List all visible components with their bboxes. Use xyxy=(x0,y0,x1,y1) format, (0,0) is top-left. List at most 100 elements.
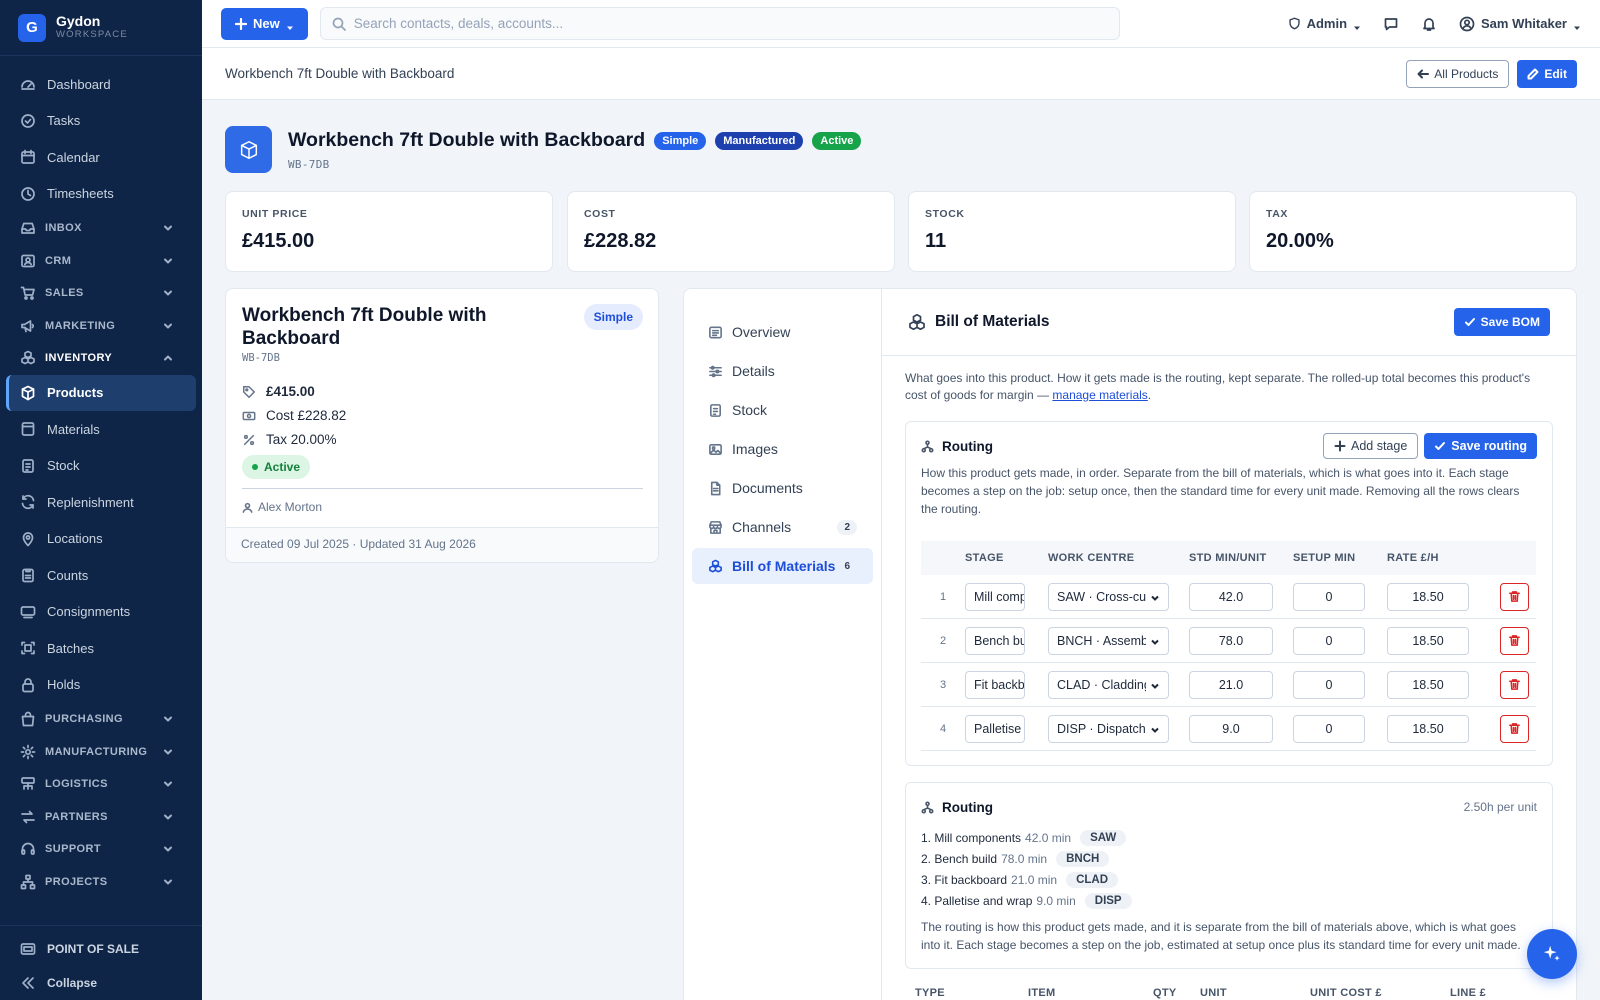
store-icon xyxy=(708,520,723,535)
sidebar-group-logistics[interactable]: LOGISTICS xyxy=(6,768,196,801)
bell-icon[interactable] xyxy=(1421,16,1437,32)
detail-tabs: Overview Details Stock Images Documents … xyxy=(684,289,882,1000)
brand[interactable]: G Gydon WORKSPACE xyxy=(0,0,202,56)
sidebar-item-locations[interactable]: Locations xyxy=(6,521,196,558)
tab-stock[interactable]: Stock xyxy=(692,392,873,428)
sidebar-item-point-of-sale[interactable]: POINT OF SALE xyxy=(6,932,196,966)
chat-icon[interactable] xyxy=(1383,16,1399,32)
sidebar-group-partners[interactable]: PARTNERS xyxy=(6,801,196,834)
sidebar-group-crm[interactable]: CRM xyxy=(6,245,196,278)
work-centre-select[interactable]: DISP · Dispatch xyxy=(1048,714,1169,743)
clipboard-icon xyxy=(20,567,36,583)
routing-step: 4. Palletise and wrap 9.0 min DISP xyxy=(921,890,1537,911)
edit-button[interactable]: Edit xyxy=(1517,59,1577,88)
all-products-button[interactable]: All Products xyxy=(1406,59,1510,88)
check-icon xyxy=(1464,316,1476,328)
sidebar-group-purchasing[interactable]: PURCHASING xyxy=(6,703,196,736)
add-stage-button[interactable]: Add stage xyxy=(1322,433,1419,459)
col-work-centre: WORK CENTRE xyxy=(1048,552,1135,564)
user-menu[interactable]: Sam Whitaker xyxy=(1459,16,1581,32)
cube-icon xyxy=(238,139,260,161)
sidebar-item-label: Materials xyxy=(47,421,100,437)
sidebar-nav: Dashboard Tasks Calendar Timesheets INBO… xyxy=(0,56,202,898)
save-bom-button[interactable]: Save BOM xyxy=(1453,308,1550,336)
rate-input[interactable]: 18.50 xyxy=(1387,670,1469,699)
rate-input[interactable]: 18.50 xyxy=(1387,714,1469,743)
work-centre-value: CLAD · Cladding xyxy=(1057,677,1146,692)
delete-stage-button[interactable] xyxy=(1500,582,1529,611)
setup-min-input[interactable]: 0 xyxy=(1293,582,1365,611)
tab-details[interactable]: Details xyxy=(692,353,873,389)
work-centre-select[interactable]: SAW · Cross-cut xyxy=(1048,582,1169,611)
sidebar-item-timesheets[interactable]: Timesheets xyxy=(6,176,196,213)
new-button[interactable]: New xyxy=(221,7,308,40)
sidebar-item-dashboard[interactable]: Dashboard xyxy=(6,66,196,103)
stage-name-input[interactable]: Mill components xyxy=(965,582,1025,611)
setup-min-input[interactable]: 0 xyxy=(1293,626,1365,655)
check-icon xyxy=(1434,440,1446,452)
work-centre-select[interactable]: BNCH · Assembly xyxy=(1048,626,1169,655)
search-input[interactable]: Search contacts, deals, accounts... xyxy=(319,7,1120,40)
sidebar-group-marketing[interactable]: MARKETING xyxy=(6,310,196,343)
stage-name-input[interactable]: Palletise and wrap xyxy=(965,714,1025,743)
bag-icon xyxy=(20,711,36,727)
role-switcher[interactable]: Admin xyxy=(1288,16,1361,31)
tab-channels[interactable]: Channels 2 xyxy=(692,509,873,545)
setup-min-input[interactable]: 0 xyxy=(1293,670,1365,699)
summary-tax-value: Tax 20.00% xyxy=(266,432,337,447)
delete-stage-button[interactable] xyxy=(1500,626,1529,655)
tab-documents[interactable]: Documents xyxy=(692,470,873,506)
sidebar-item-products[interactable]: Products xyxy=(6,374,196,411)
topbar-right: Admin Sam Whitaker xyxy=(1288,16,1581,32)
sidebar-item-materials[interactable]: Materials xyxy=(6,411,196,448)
tab-bill-of-materials[interactable]: Bill of Materials 6 xyxy=(692,548,873,584)
summary-type-badge: Simple xyxy=(583,304,643,330)
double-chevron-left-icon xyxy=(20,975,36,991)
chevron-down-icon xyxy=(163,288,173,298)
tab-images[interactable]: Images xyxy=(692,431,873,467)
delete-stage-button[interactable] xyxy=(1500,670,1529,699)
tab-overview[interactable]: Overview xyxy=(692,314,873,350)
work-centre-select[interactable]: CLAD · Cladding xyxy=(1048,670,1169,699)
stage-name-input[interactable]: Bench build xyxy=(965,626,1025,655)
chevron-down-icon xyxy=(1150,636,1160,646)
rate-input[interactable]: 18.50 xyxy=(1387,626,1469,655)
sidebar-item-replenishment[interactable]: Replenishment xyxy=(6,484,196,521)
sidebar-item-calendar[interactable]: Calendar xyxy=(6,139,196,176)
sidebar-item-counts[interactable]: Counts xyxy=(6,557,196,594)
std-min-input[interactable]: 42.0 xyxy=(1189,582,1273,611)
delete-stage-button[interactable] xyxy=(1500,714,1529,743)
col-std-min: STD MIN/UNIT xyxy=(1189,552,1267,564)
sidebar-group-inbox[interactable]: INBOX xyxy=(6,212,196,245)
boxes-icon xyxy=(908,313,926,331)
sidebar-group-inventory[interactable]: INVENTORY xyxy=(6,342,196,375)
col-qty: QTY xyxy=(1153,987,1177,999)
sidebar-item-tasks[interactable]: Tasks xyxy=(6,103,196,140)
truck-icon xyxy=(20,604,36,620)
std-min-input[interactable]: 78.0 xyxy=(1189,626,1273,655)
sidebar-collapse-button[interactable]: Collapse xyxy=(6,966,196,1000)
brand-logo: G xyxy=(18,13,46,42)
std-min-input[interactable]: 21.0 xyxy=(1189,670,1273,699)
sidebar-group-manufacturing[interactable]: MANUFACTURING xyxy=(6,736,196,769)
stat-label: STOCK xyxy=(925,208,965,220)
rate-input[interactable]: 18.50 xyxy=(1387,582,1469,611)
bom-desc-end: . xyxy=(1147,388,1152,402)
stage-name-input[interactable]: Fit backboard xyxy=(965,670,1025,699)
sidebar-item-stock[interactable]: Stock xyxy=(6,448,196,485)
sidebar-item-consignments[interactable]: Consignments xyxy=(6,594,196,631)
stat-stock: STOCK 11 xyxy=(908,191,1236,272)
sidebar-item-batches[interactable]: Batches xyxy=(6,630,196,667)
setup-min-input[interactable]: 0 xyxy=(1293,714,1365,743)
sidebar-group-sales[interactable]: SALES xyxy=(6,277,196,310)
save-routing-button[interactable]: Save routing xyxy=(1424,433,1537,459)
std-min-input[interactable]: 9.0 xyxy=(1189,714,1273,743)
sidebar-item-holds[interactable]: Holds xyxy=(6,667,196,704)
step-label: 2. Bench build xyxy=(921,851,998,866)
ai-assistant-button[interactable] xyxy=(1527,929,1577,979)
manage-materials-link[interactable]: manage materials xyxy=(1052,388,1147,402)
sidebar-group-support[interactable]: SUPPORT xyxy=(6,833,196,866)
sidebar-item-label: Batches xyxy=(47,640,94,656)
col-setup-min: SETUP MIN xyxy=(1293,552,1356,564)
sidebar-group-projects[interactable]: PROJECTS xyxy=(6,866,196,899)
